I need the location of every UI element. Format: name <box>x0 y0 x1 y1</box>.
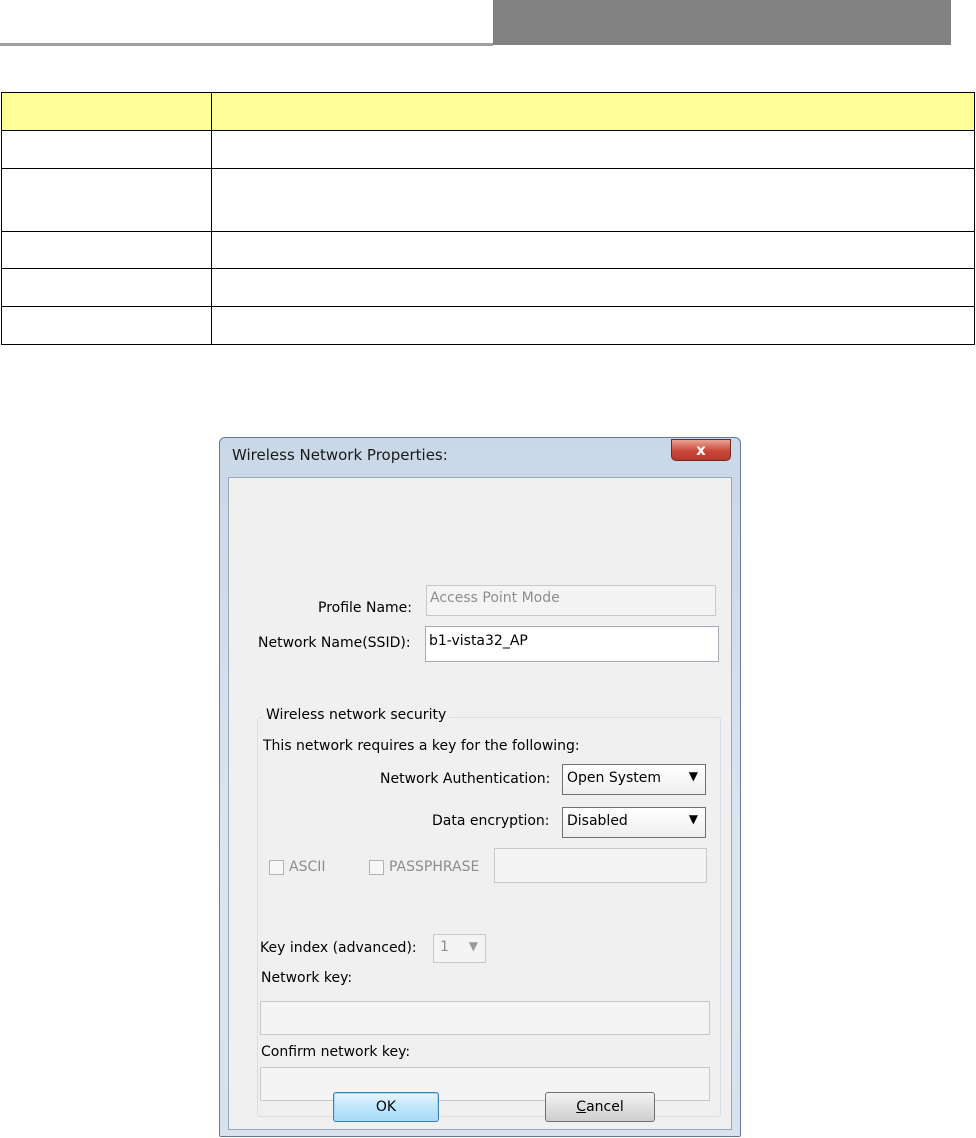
ascii-checkbox[interactable] <box>269 860 284 875</box>
profile-name-label: Profile Name: <box>318 600 413 616</box>
data-encryption-value: Disabled <box>567 813 628 829</box>
key-index-value: 1 <box>440 939 449 955</box>
data-encryption-select[interactable]: Disabled ▼ <box>562 807 706 838</box>
key-index-select[interactable]: 1 ▼ <box>433 934 486 963</box>
network-key-field[interactable] <box>260 1001 710 1035</box>
profile-name-field[interactable]: Access Point Mode <box>426 585 716 616</box>
ssid-field[interactable]: b1-vista32_AP <box>425 626 719 662</box>
header-rule <box>0 43 493 46</box>
cancel-mnemonic: C <box>576 1099 587 1115</box>
requires-key-text: This network requires a key for the foll… <box>263 738 580 754</box>
dialog-client-area: Profile Name: Access Point Mode Network … <box>228 477 732 1130</box>
network-authentication-label: Network Authentication: <box>380 771 551 787</box>
chevron-down-icon: ▼ <box>688 769 698 783</box>
table-header-cell <box>211 92 975 131</box>
network-key-label: Network key: <box>261 970 353 986</box>
table-row <box>1 168 975 232</box>
wireless-network-properties-dialog: Wireless Network Properties: x Profile N… <box>219 437 741 1137</box>
document-table <box>1 92 975 345</box>
network-authentication-select[interactable]: Open System ▼ <box>562 764 706 795</box>
data-encryption-label: Data encryption: <box>432 813 550 829</box>
passphrase-checkbox[interactable] <box>369 860 384 875</box>
close-icon: x <box>696 441 706 459</box>
table-row <box>1 268 975 307</box>
passphrase-field[interactable] <box>494 848 707 883</box>
dialog-title: Wireless Network Properties: <box>232 446 448 464</box>
chevron-down-icon: ▼ <box>688 812 698 826</box>
chevron-down-icon: ▼ <box>468 939 478 953</box>
header-band <box>493 0 951 45</box>
table-row <box>1 306 975 345</box>
passphrase-label: PASSPHRASE <box>389 859 480 875</box>
cancel-label: ancel <box>586 1099 624 1115</box>
ok-button[interactable]: OK <box>333 1092 439 1122</box>
key-index-label: Key index (advanced): <box>260 940 417 956</box>
close-button[interactable]: x <box>671 439 731 461</box>
table-row <box>1 231 975 269</box>
cancel-button[interactable]: Cancel <box>545 1092 655 1122</box>
security-group-label: Wireless network security <box>263 707 450 723</box>
table-row <box>1 130 975 169</box>
ascii-label: ASCII <box>289 859 326 875</box>
ssid-label: Network Name(SSID): <box>258 635 411 651</box>
confirm-network-key-label: Confirm network key: <box>261 1044 411 1060</box>
table-header-cell <box>1 92 212 131</box>
table-header-row <box>1 92 975 131</box>
network-authentication-value: Open System <box>567 770 662 786</box>
